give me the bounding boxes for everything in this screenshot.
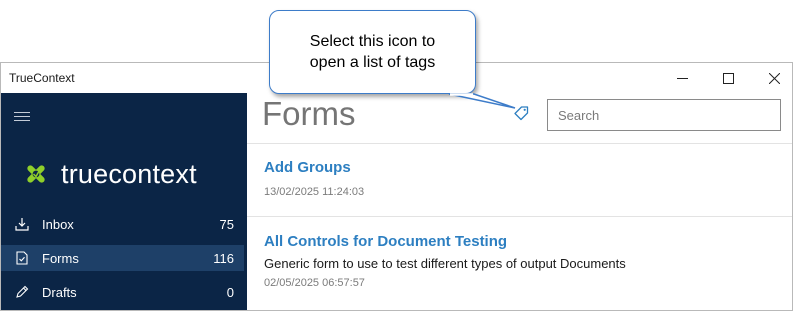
form-document-icon <box>14 250 30 266</box>
callout-line-1: Select this icon to <box>309 33 436 50</box>
callout-line-2: open a list of tags <box>309 54 436 71</box>
inbox-download-icon <box>14 216 30 232</box>
maximize-icon <box>722 72 734 84</box>
window-title: TrueContext <box>9 71 75 85</box>
maximize-button[interactable] <box>705 63 751 93</box>
brand-name: truecontext <box>61 158 197 189</box>
list-item[interactable]: Add Groups 13/02/2025 11:24:03 <box>264 159 364 198</box>
form-name[interactable]: Add Groups <box>264 159 364 176</box>
sidebar-item-count: 75 <box>219 216 234 232</box>
form-date: 02/05/2025 06:57:57 <box>264 277 365 289</box>
form-name[interactable]: All Controls for Document Testing <box>264 233 626 250</box>
list-item[interactable]: All Controls for Document Testing Generi… <box>264 233 626 289</box>
search-input[interactable] <box>547 99 781 131</box>
close-icon <box>768 72 780 84</box>
tag-icon[interactable] <box>513 104 531 122</box>
hamburger-menu-icon[interactable] <box>14 112 30 124</box>
form-date: 13/02/2025 11:24:03 <box>264 186 365 198</box>
main-content: Forms Add Groups 13/02/2025 11:24:03 All… <box>247 93 792 310</box>
sidebar-item-count: 0 <box>226 284 234 300</box>
brand-logo: truecontext <box>22 157 197 191</box>
sidebar-item-inbox[interactable]: Inbox 75 <box>1 211 244 237</box>
minimize-button[interactable] <box>659 63 705 93</box>
sidebar-item-forms[interactable]: Forms 116 <box>1 245 244 271</box>
page-title: Forms <box>262 95 356 132</box>
close-button[interactable] <box>751 63 792 93</box>
pencil-icon <box>14 284 30 300</box>
callout-tooltip: Select this icon to open a list of tags <box>269 10 476 94</box>
minimize-icon <box>676 77 688 79</box>
sidebar-item-count: 116 <box>213 250 234 266</box>
sidebar: truecontext Inbox 75 Forms 116 Drafts 0 <box>1 93 247 310</box>
sidebar-item-label: Drafts <box>42 284 77 300</box>
truecontext-logo-icon <box>27 165 45 183</box>
divider <box>247 143 792 144</box>
divider <box>247 216 792 217</box>
app-window: TrueContext truecontext Inbox 75 Forms 1… <box>0 62 793 311</box>
sidebar-item-label: Forms <box>42 250 79 266</box>
form-description: Generic form to use to test different ty… <box>264 256 626 271</box>
sidebar-item-drafts[interactable]: Drafts 0 <box>1 279 244 305</box>
sidebar-item-label: Inbox <box>42 216 74 232</box>
